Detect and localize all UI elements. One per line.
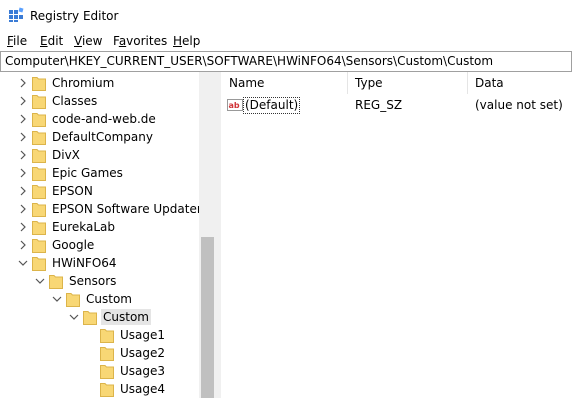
tree-node-label[interactable]: EPSON Software Updater xyxy=(50,201,204,217)
folder-icon xyxy=(32,185,46,199)
tree-node-label[interactable]: Custom xyxy=(84,291,134,307)
tree-node-label[interactable]: Custom xyxy=(101,309,151,325)
tree-node[interactable]: Classes xyxy=(0,92,199,110)
tree-node[interactable]: HWiNFO64 xyxy=(0,254,199,272)
folder-open-icon xyxy=(32,257,46,271)
tree-node[interactable]: Sensors xyxy=(0,272,199,290)
tree-node[interactable]: EurekaLab xyxy=(0,218,199,236)
folder-open-icon xyxy=(66,293,80,307)
tree-vertical-scrollbar[interactable] xyxy=(199,72,216,398)
folder-icon xyxy=(100,365,114,379)
menu-edit[interactable]: Edit xyxy=(40,34,63,49)
column-header-name[interactable]: Name xyxy=(229,76,264,91)
tree-node-label[interactable]: EPSON xyxy=(50,183,95,199)
tree-node[interactable]: code-and-web.de xyxy=(0,110,199,128)
folder-icon xyxy=(32,221,46,235)
tree-node[interactable]: Usage4 xyxy=(0,380,199,398)
menu-bar: File Edit View Favorites Help xyxy=(0,32,572,51)
tree-node[interactable]: Custom xyxy=(0,290,199,308)
chevron-right-icon[interactable] xyxy=(17,92,29,110)
chevron-right-icon[interactable] xyxy=(17,128,29,146)
chevron-right-icon[interactable] xyxy=(17,146,29,164)
string-value-icon: ab xyxy=(227,99,243,111)
tree-node-label[interactable]: HWiNFO64 xyxy=(50,255,119,271)
tree-node-label[interactable]: Epic Games xyxy=(50,165,125,181)
tree-node[interactable]: DefaultCompany xyxy=(0,128,199,146)
registry-editor-icon xyxy=(9,7,24,22)
tree-scrollbar-thumb[interactable] xyxy=(201,237,214,398)
tree-node[interactable]: Custom xyxy=(0,308,199,326)
folder-icon xyxy=(32,239,46,253)
folder-icon xyxy=(32,167,46,181)
menu-view[interactable]: View xyxy=(74,34,102,49)
value-name[interactable]: (Default) xyxy=(243,97,301,114)
title-bar: Registry Editor xyxy=(0,0,572,32)
column-header-data[interactable]: Data xyxy=(475,76,504,91)
tree-node-label[interactable]: Usage3 xyxy=(118,363,167,379)
column-divider[interactable] xyxy=(467,72,468,94)
address-bar[interactable]: Computer\HKEY_CURRENT_USER\SOFTWARE\HWiN… xyxy=(0,51,572,72)
tree-node[interactable]: Epic Games xyxy=(0,164,199,182)
folder-icon xyxy=(100,383,114,397)
column-header-type[interactable]: Type xyxy=(355,76,383,91)
folder-icon xyxy=(32,149,46,163)
list-header: Name Type Data xyxy=(221,72,572,94)
folder-icon xyxy=(100,329,114,343)
menu-file[interactable]: File xyxy=(7,34,27,49)
tree-node-label[interactable]: code-and-web.de xyxy=(50,111,158,127)
chevron-right-icon[interactable] xyxy=(17,236,29,254)
folder-icon xyxy=(32,77,46,91)
tree-node-label[interactable]: Chromium xyxy=(50,75,116,91)
tree-node-label[interactable]: Usage2 xyxy=(118,345,167,361)
tree-node[interactable]: EPSON Software Updater xyxy=(0,200,202,218)
tree-node-label[interactable]: Usage1 xyxy=(118,327,167,343)
registry-values-list[interactable]: Name Type Data ab (Default) REG_SZ (valu… xyxy=(221,72,572,398)
folder-icon xyxy=(32,113,46,127)
svg-text:ab: ab xyxy=(229,101,240,110)
folder-open-icon xyxy=(49,275,63,289)
tree-node-label[interactable]: EurekaLab xyxy=(50,219,117,235)
value-row[interactable]: ab (Default) REG_SZ (value not set) xyxy=(221,96,572,115)
tree-node[interactable]: Usage3 xyxy=(0,362,199,380)
tree-node-label[interactable]: Classes xyxy=(50,93,99,109)
tree-node[interactable]: Usage2 xyxy=(0,344,199,362)
menu-help[interactable]: Help xyxy=(173,34,200,49)
tree-node-label[interactable]: Sensors xyxy=(67,273,118,289)
chevron-right-icon[interactable] xyxy=(17,74,29,92)
folder-icon xyxy=(32,131,46,145)
folder-icon xyxy=(32,95,46,109)
tree-node-label[interactable]: DivX xyxy=(50,147,82,163)
chevron-right-icon[interactable] xyxy=(17,182,29,200)
tree-node[interactable]: DivX xyxy=(0,146,199,164)
chevron-right-icon[interactable] xyxy=(17,110,29,128)
value-type: REG_SZ xyxy=(355,98,403,112)
folder-open-icon xyxy=(83,311,97,325)
window-title: Registry Editor xyxy=(30,9,119,23)
menu-favorites[interactable]: Favorites xyxy=(113,34,167,49)
tree-node-label[interactable]: Google xyxy=(50,237,96,253)
column-divider[interactable] xyxy=(347,72,348,94)
address-path[interactable]: Computer\HKEY_CURRENT_USER\SOFTWARE\HWiN… xyxy=(5,54,493,69)
folder-icon xyxy=(32,203,46,217)
chevron-down-icon[interactable] xyxy=(51,290,63,308)
tree-node-label[interactable]: DefaultCompany xyxy=(50,129,155,145)
chevron-right-icon[interactable] xyxy=(17,200,29,218)
tree-node[interactable]: EPSON xyxy=(0,182,199,200)
chevron-down-icon[interactable] xyxy=(68,308,80,326)
tree-node[interactable]: Usage1 xyxy=(0,326,199,344)
tree-node[interactable]: Google xyxy=(0,236,199,254)
folder-icon xyxy=(100,347,114,361)
tree-node-label[interactable]: Usage4 xyxy=(118,381,167,397)
chevron-right-icon[interactable] xyxy=(17,164,29,182)
tree-node[interactable]: Chromium xyxy=(0,74,199,92)
chevron-right-icon[interactable] xyxy=(17,218,29,236)
value-data: (value not set) xyxy=(475,98,563,112)
chevron-down-icon[interactable] xyxy=(17,254,29,272)
registry-key-tree[interactable]: Chromium Classes code-and-web.de DefaultCom… xyxy=(0,72,215,398)
chevron-down-icon[interactable] xyxy=(34,272,46,290)
